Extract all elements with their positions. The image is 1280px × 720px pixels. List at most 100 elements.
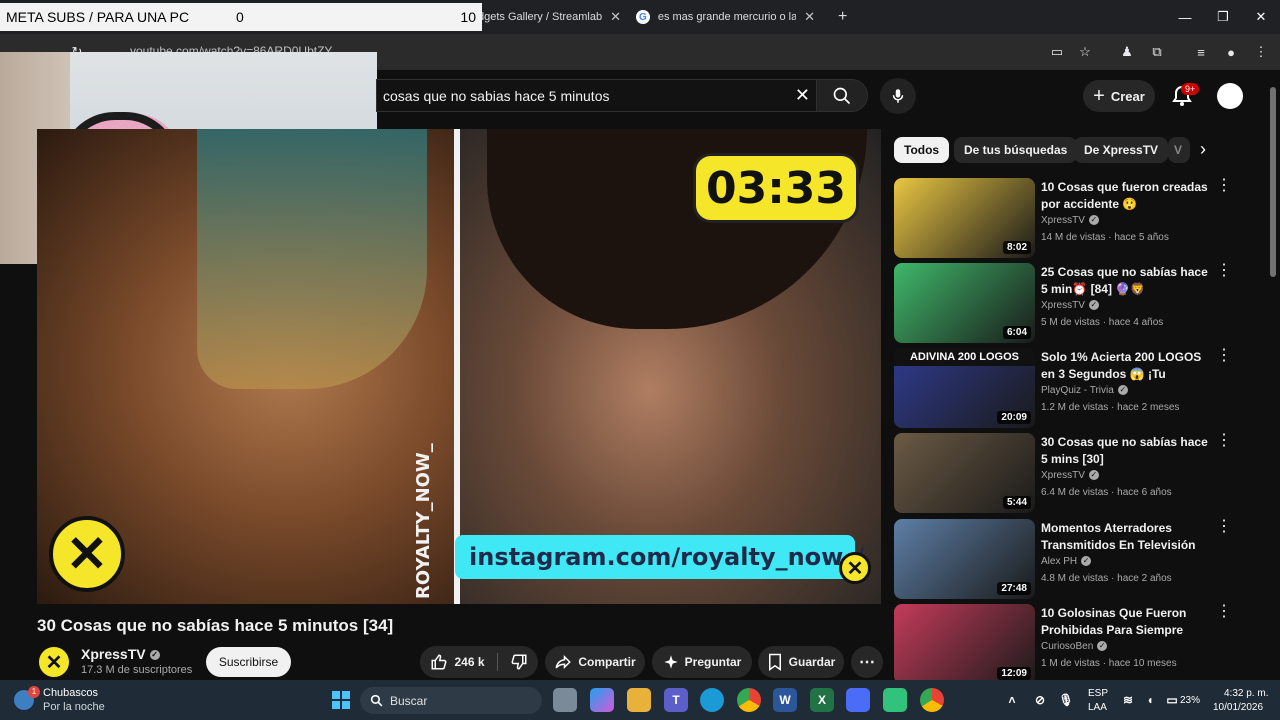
microphone-tray-icon[interactable]: 🎙	[1054, 688, 1078, 712]
task-view-icon[interactable]	[553, 688, 577, 712]
scrollbar[interactable]	[1268, 75, 1278, 680]
word-icon[interactable]: W	[773, 688, 797, 712]
clear-search-icon[interactable]: ✕	[795, 85, 810, 106]
cast-icon[interactable]: ▭	[1048, 43, 1066, 61]
account-avatar[interactable]	[1217, 83, 1243, 109]
recommendation-title[interactable]: Momentos Aterradores Transmitidos En Tel…	[1041, 520, 1211, 554]
recommendation-title[interactable]: 25 Cosas que no sabías hace 5 min⏰ [84] …	[1041, 264, 1211, 298]
clock-date[interactable]: 10/01/2026	[1213, 702, 1263, 713]
recommendation-channel-name[interactable]: XpressTV	[1041, 215, 1085, 226]
voice-search-button[interactable]	[880, 78, 916, 114]
channel-name[interactable]: XpressTV ✓	[81, 646, 160, 662]
recommendation-title[interactable]: Solo 1% Acierta 200 LOGOS en 3 Segundos …	[1041, 349, 1211, 383]
dislike-button[interactable]	[498, 653, 528, 671]
more-options-icon[interactable]: ⋮	[1216, 604, 1232, 624]
channel-name-text[interactable]: XpressTV	[81, 646, 146, 662]
wifi-icon[interactable]: ≋	[1116, 688, 1140, 712]
video-thumbnail[interactable]: ADIVINA 200 LOGOS 20:09	[894, 348, 1035, 428]
recommendation-title[interactable]: 30 Cosas que no sabías hace 5 mins [30]	[1041, 434, 1211, 468]
chevron-right-icon[interactable]: ›	[1200, 139, 1206, 160]
recommendation-title[interactable]: 10 Cosas que fueron creadas por accident…	[1041, 179, 1211, 213]
search-button[interactable]	[816, 79, 868, 112]
file-explorer-icon[interactable]	[627, 688, 651, 712]
windows-start-icon[interactable]	[329, 688, 353, 712]
chrome-icon[interactable]	[737, 688, 761, 712]
teams-icon[interactable]: T	[664, 688, 688, 712]
scrollbar-thumb[interactable]	[1270, 87, 1276, 277]
recommendation-channel[interactable]: XpressTV ✓	[1041, 470, 1099, 481]
chip-de-tus-busquedas[interactable]: De tus búsquedas	[954, 137, 1078, 163]
chip-de-xpresstv[interactable]: De XpressTV	[1074, 137, 1169, 163]
search-input[interactable]: cosas que no sabias hace 5 minutos ✕	[376, 79, 816, 112]
browser-menu-icon[interactable]: ⋮	[1252, 43, 1270, 61]
recommendation-channel-name[interactable]: XpressTV	[1041, 470, 1085, 481]
recommendation-channel-name[interactable]: PlayQuiz - Trivia	[1041, 385, 1114, 396]
clock-time[interactable]: 4:32 p. m.	[1224, 688, 1268, 699]
copilot-icon[interactable]	[590, 688, 614, 712]
recommendation-channel-name[interactable]: Alex PH	[1041, 556, 1077, 567]
puzzle-icon[interactable]: ⧉	[1148, 43, 1166, 61]
video-duration: 12:09	[997, 667, 1031, 680]
chip-more[interactable]: V	[1168, 137, 1190, 163]
recommendation-channel[interactable]: CuriosoBen ✓	[1041, 641, 1108, 652]
tray-chevron-up-icon[interactable]: ˄	[1000, 688, 1024, 712]
language-code[interactable]: ESP	[1088, 688, 1108, 699]
recommendation-item[interactable]: 12:09 10 Golosinas Que Fueron Prohibidas …	[894, 604, 1244, 684]
recommendation-item[interactable]: ADIVINA 200 LOGOS 20:09 Solo 1% Acierta 20…	[894, 348, 1244, 428]
streamlabs-icon[interactable]	[883, 688, 907, 712]
close-tab-icon[interactable]: ✕	[804, 9, 815, 25]
recommendation-item[interactable]: 8:02 10 Cosas que fueron creadas por acci…	[894, 178, 1244, 258]
recommendation-title[interactable]: 10 Golosinas Que Fueron Prohibidas Para …	[1041, 605, 1211, 639]
browser-tab-google[interactable]: G es mas grande mercurio o la tie ✕	[628, 4, 823, 30]
subscribe-button[interactable]: Suscribirse	[206, 647, 291, 677]
edge-icon[interactable]	[700, 688, 724, 712]
browser-tab-streamlabs[interactable]: dgets Gallery / Streamlab ✕	[470, 4, 620, 30]
video-thumbnail[interactable]: 6:04	[894, 263, 1035, 343]
extension-icon[interactable]: ♟	[1118, 43, 1136, 61]
volume-icon[interactable]: ◖	[1138, 688, 1162, 712]
video-thumbnail[interactable]: 12:09	[894, 604, 1035, 684]
network-off-icon[interactable]: ⊘	[1028, 688, 1052, 712]
media-control-icon[interactable]: ≡	[1192, 43, 1210, 61]
meta-subs-overlay: META SUBS / PARA UNA PC 0 10	[0, 3, 482, 31]
recommendation-item[interactable]: 6:04 25 Cosas que no sabías hace 5 min⏰ […	[894, 263, 1244, 343]
more-actions-icon[interactable]: ⋯	[851, 646, 883, 678]
chip-todos[interactable]: Todos	[894, 137, 950, 163]
app-icon[interactable]	[846, 688, 870, 712]
search-query[interactable]: cosas que no sabias hace 5 minutos	[383, 88, 609, 104]
channel-avatar[interactable]: ✕	[37, 645, 71, 679]
maximize-icon[interactable]: ❐	[1204, 0, 1242, 34]
recommendation-channel[interactable]: XpressTV ✓	[1041, 215, 1099, 226]
keyboard-layout[interactable]: LAA	[1088, 702, 1107, 713]
more-options-icon[interactable]: ⋮	[1216, 519, 1232, 539]
recommendation-item[interactable]: 27:48 Momentos Aterradores Transmitidos E…	[894, 519, 1244, 599]
video-player[interactable]: 03:33 instagram.com/royalty_now_/ ✕ ✕ RO…	[37, 129, 881, 604]
recommendation-channel-name[interactable]: CuriosoBen	[1041, 641, 1093, 652]
window-close-icon[interactable]: ✕	[1242, 0, 1280, 34]
more-options-icon[interactable]: ⋮	[1216, 348, 1232, 368]
like-button[interactable]: 246 k	[430, 653, 498, 671]
excel-icon[interactable]: X	[810, 688, 834, 712]
video-thumbnail[interactable]: 27:48	[894, 519, 1035, 599]
more-options-icon[interactable]: ⋮	[1216, 263, 1232, 283]
more-options-icon[interactable]: ⋮	[1216, 178, 1232, 198]
close-tab-icon[interactable]: ✕	[610, 9, 620, 25]
new-tab-button[interactable]: +	[830, 4, 850, 30]
create-button[interactable]: + Crear	[1083, 80, 1155, 112]
recommendation-channel[interactable]: XpressTV ✓	[1041, 300, 1099, 311]
taskbar-search[interactable]: Buscar	[360, 687, 542, 714]
share-button[interactable]: Compartir	[545, 646, 645, 678]
save-button[interactable]: Guardar	[758, 646, 844, 678]
recommendation-channel[interactable]: PlayQuiz - Trivia ✓	[1041, 385, 1128, 396]
more-options-icon[interactable]: ⋮	[1216, 433, 1232, 453]
minimize-icon[interactable]: —	[1166, 0, 1204, 34]
ask-button[interactable]: Preguntar	[652, 646, 752, 678]
profile-avatar-icon[interactable]: ●	[1222, 43, 1240, 61]
recommendation-channel-name[interactable]: XpressTV	[1041, 300, 1085, 311]
video-thumbnail[interactable]: 5:44	[894, 433, 1035, 513]
recommendation-channel[interactable]: Alex PH ✓	[1041, 556, 1092, 567]
video-thumbnail[interactable]: 8:02	[894, 178, 1035, 258]
bookmark-star-icon[interactable]: ☆	[1076, 43, 1094, 61]
chrome-profile-icon[interactable]	[920, 688, 944, 712]
recommendation-item[interactable]: 5:44 30 Cosas que no sabías hace 5 mins […	[894, 433, 1244, 513]
